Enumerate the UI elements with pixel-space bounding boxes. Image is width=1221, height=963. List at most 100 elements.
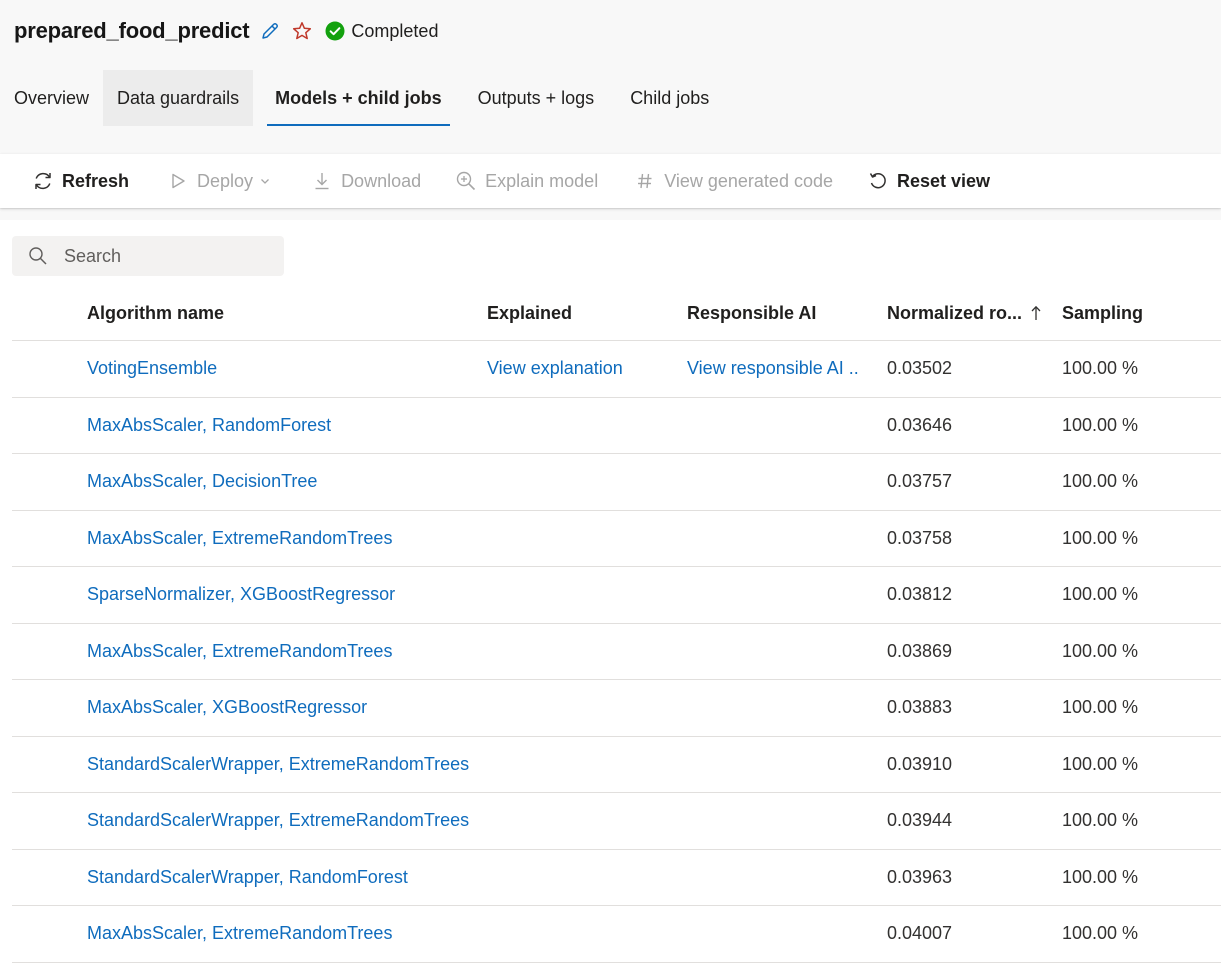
- download-label: Download: [341, 170, 422, 191]
- deploy-label: Deploy: [197, 170, 254, 191]
- table-row[interactable]: StandardScalerWrapper, ExtremeRandomTree…: [12, 793, 1221, 850]
- tab-overview[interactable]: Overview: [0, 70, 103, 126]
- header-explained[interactable]: Explained: [487, 286, 572, 340]
- table-row[interactable]: StandardScalerWrapper, RandomForest 0.03…: [12, 850, 1221, 906]
- sampling-value: 100.00 %: [1062, 697, 1139, 717]
- algorithm-name-link[interactable]: MaxAbsScaler, ExtremeRandomTrees: [87, 906, 392, 961]
- algorithm-name-link[interactable]: StandardScalerWrapper, ExtremeRandomTree…: [87, 737, 469, 792]
- page-title: prepared_food_predict: [14, 18, 250, 43]
- table-header: Algorithm name Explained Responsible AI …: [12, 286, 1221, 341]
- view-responsible-ai-link[interactable]: [687, 624, 859, 679]
- algorithm-name-link[interactable]: MaxAbsScaler, ExtremeRandomTrees: [87, 511, 392, 566]
- normalized-metric-value: 0.03757: [887, 471, 953, 491]
- reset-view-label: Reset view: [896, 170, 991, 191]
- search-input[interactable]: [62, 244, 266, 268]
- refresh-button[interactable]: Refresh: [0, 154, 143, 208]
- sampling-value: 100.00 %: [1062, 584, 1139, 604]
- sampling-value: 100.00 %: [1062, 414, 1139, 435]
- algorithm-name-link[interactable]: MaxAbsScaler, XGBoostRegressor: [87, 680, 367, 735]
- algorithm-name-link[interactable]: StandardScalerWrapper, ExtremeRandomTree…: [87, 793, 469, 848]
- normalized-metric-value: 0.04007: [887, 923, 953, 943]
- header-normalized-label: Normalized ro...: [887, 302, 1023, 323]
- algorithm-name-link[interactable]: StandardScalerWrapper, RandomForest: [87, 850, 408, 905]
- algorithm-name-link[interactable]: MaxAbsScaler, ExtremeRandomTrees: [87, 624, 392, 679]
- header-normalized[interactable]: Normalized ro...: [887, 286, 1042, 340]
- tab-models-child-jobs[interactable]: Models + child jobs: [253, 70, 464, 126]
- reset-view-button[interactable]: Reset view: [847, 154, 1004, 208]
- view-responsible-ai-link[interactable]: [687, 454, 859, 509]
- table-row[interactable]: MaxAbsScaler, ExtremeRandomTrees 0.04007…: [12, 906, 1221, 963]
- view-responsible-ai-link[interactable]: [687, 680, 859, 735]
- table-row[interactable]: VotingEnsemble View explanation View res…: [12, 341, 1221, 398]
- normalized-metric-value: 0.03963: [887, 866, 953, 887]
- sampling-value: 100.00 %: [1062, 358, 1139, 378]
- download-button[interactable]: Download: [285, 154, 435, 208]
- view-responsible-ai-link[interactable]: [687, 398, 859, 453]
- normalized-metric-value: 0.03646: [887, 414, 953, 435]
- table-row[interactable]: MaxAbsScaler, ExtremeRandomTrees 0.03869…: [12, 624, 1221, 680]
- algorithm-name-link[interactable]: SparseNormalizer, XGBoostRegressor: [87, 567, 395, 622]
- table-body: VotingEnsemble View explanation View res…: [12, 341, 1221, 963]
- sampling-value: 100.00 %: [1062, 810, 1139, 830]
- header-responsible-ai[interactable]: Responsible AI: [687, 286, 816, 340]
- refresh-label: Refresh: [62, 170, 130, 191]
- status-label: Completed: [351, 20, 439, 41]
- models-panel: Algorithm name Explained Responsible AI …: [0, 220, 1221, 963]
- header-sampling[interactable]: Sampling: [1062, 286, 1143, 340]
- table-row[interactable]: MaxAbsScaler, DecisionTree 0.03757 100.0…: [12, 454, 1221, 511]
- check-circle-icon: [325, 21, 345, 41]
- sampling-value: 100.00 %: [1062, 866, 1139, 887]
- models-table: Algorithm name Explained Responsible AI …: [12, 286, 1221, 963]
- sampling-value: 100.00 %: [1062, 527, 1139, 548]
- sampling-value: 100.00 %: [1062, 923, 1139, 943]
- normalized-metric-value: 0.03869: [887, 640, 953, 661]
- tab-outputs-logs[interactable]: Outputs + logs: [464, 70, 609, 126]
- table-row[interactable]: MaxAbsScaler, XGBoostRegressor 0.03883 1…: [12, 680, 1221, 737]
- table-row[interactable]: StandardScalerWrapper, ExtremeRandomTree…: [12, 737, 1221, 793]
- normalized-metric-value: 0.03812: [887, 584, 953, 604]
- status-badge: Completed: [325, 21, 438, 42]
- refresh-icon: [32, 170, 54, 192]
- view-responsible-ai-link[interactable]: [687, 737, 859, 792]
- view-responsible-ai-link[interactable]: [687, 567, 859, 622]
- view-explanation-link[interactable]: View explanation: [487, 341, 623, 396]
- arrow-up-icon: [1030, 304, 1042, 322]
- view-responsible-ai-link[interactable]: [687, 511, 859, 566]
- reset-icon: [867, 170, 889, 192]
- normalized-metric-value: 0.03502: [887, 358, 953, 378]
- explain-model-button[interactable]: Explain model: [435, 154, 612, 208]
- sampling-value: 100.00 %: [1062, 640, 1139, 661]
- download-icon: [311, 170, 333, 192]
- view-generated-code-button[interactable]: View generated code: [612, 154, 847, 208]
- title-row: prepared_food_predict Completed: [14, 14, 438, 48]
- normalized-metric-value: 0.03758: [887, 527, 953, 548]
- view-responsible-ai-link[interactable]: [687, 793, 859, 848]
- header-algorithm-name[interactable]: Algorithm name: [87, 286, 224, 340]
- play-icon: [167, 170, 189, 192]
- pencil-icon[interactable]: [259, 20, 281, 42]
- sampling-value: 100.00 %: [1062, 471, 1139, 491]
- view-responsible-ai-link[interactable]: View responsible AI ...: [687, 341, 859, 396]
- table-row[interactable]: MaxAbsScaler, ExtremeRandomTrees 0.03758…: [12, 511, 1221, 567]
- table-row[interactable]: MaxAbsScaler, RandomForest 0.03646 100.0…: [12, 398, 1221, 454]
- search-icon: [28, 246, 48, 266]
- chevron-down-icon: [259, 175, 271, 187]
- star-icon[interactable]: [291, 20, 313, 42]
- search-box[interactable]: [12, 236, 284, 276]
- hash-icon: [634, 170, 656, 192]
- view-generated-code-label: View generated code: [664, 170, 833, 191]
- tab-child-jobs[interactable]: Child jobs: [608, 70, 731, 126]
- zoom-plus-icon: [455, 170, 477, 192]
- explain-model-label: Explain model: [485, 170, 599, 191]
- normalized-metric-value: 0.03944: [887, 810, 953, 830]
- tab-data-guardrails[interactable]: Data guardrails: [103, 70, 254, 126]
- view-responsible-ai-link[interactable]: [687, 906, 859, 961]
- view-responsible-ai-link[interactable]: [687, 850, 859, 905]
- algorithm-name-link[interactable]: MaxAbsScaler, DecisionTree: [87, 454, 317, 509]
- algorithm-name-link[interactable]: MaxAbsScaler, RandomForest: [87, 398, 331, 453]
- command-bar: Refresh Deploy Download Explain model Vi…: [0, 154, 1221, 208]
- deploy-button[interactable]: Deploy: [143, 154, 285, 208]
- normalized-metric-value: 0.03910: [887, 753, 953, 774]
- table-row[interactable]: SparseNormalizer, XGBoostRegressor 0.038…: [12, 567, 1221, 624]
- algorithm-name-link[interactable]: VotingEnsemble: [87, 341, 217, 396]
